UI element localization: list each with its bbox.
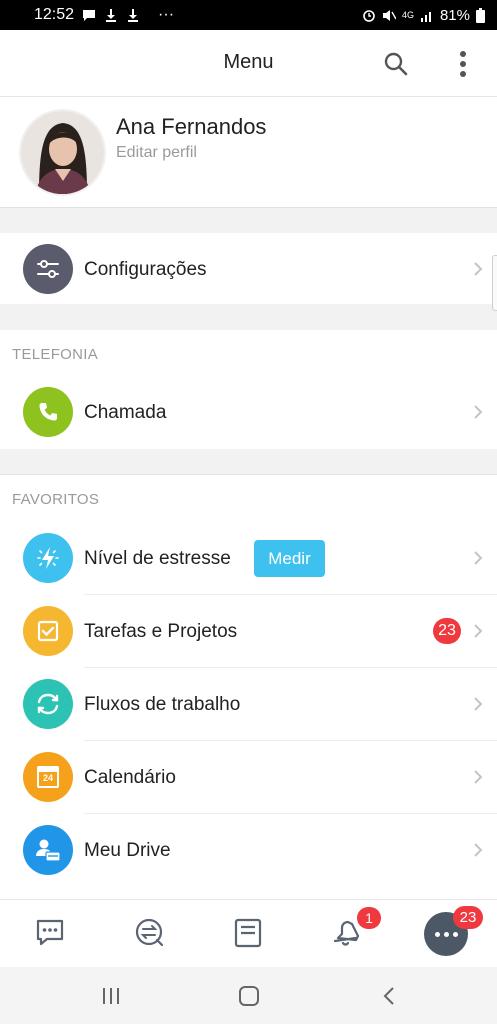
status-more: ··· bbox=[158, 6, 175, 23]
calendar-icon: 24 bbox=[23, 752, 73, 802]
workflows-label: Fluxos de trabalho bbox=[84, 694, 241, 715]
download-icon bbox=[128, 8, 139, 22]
profile-card[interactable]: Ana Fernandos Editar perfil bbox=[0, 97, 497, 208]
section-header: TELEFONIA bbox=[12, 346, 99, 363]
drive-user-icon bbox=[23, 825, 73, 875]
task-checkbox-icon bbox=[23, 606, 73, 656]
telefonia-section: TELEFONIA Chamada bbox=[0, 330, 497, 449]
calendar-day: 24 bbox=[42, 773, 53, 783]
status-time: 12:52 bbox=[34, 6, 75, 23]
favoritos-section: FAVORITOS Nível de estresse Medir Tarefa… bbox=[0, 474, 497, 899]
alarm-icon bbox=[363, 9, 375, 22]
settings-sliders-icon bbox=[23, 244, 73, 294]
more-count-badge: 23 bbox=[453, 906, 483, 929]
battery-icon bbox=[476, 7, 485, 23]
refresh-arrows-icon bbox=[23, 679, 73, 729]
measure-button[interactable]: Medir bbox=[254, 540, 325, 577]
notifications-badge: 1 bbox=[357, 907, 381, 929]
chevron-right-icon bbox=[474, 262, 483, 276]
page-title: Menu bbox=[223, 51, 274, 73]
network-type: 4G bbox=[401, 10, 414, 20]
call-item[interactable]: Chamada bbox=[0, 376, 497, 449]
status-bar: 12:52 ··· 4G 81% bbox=[0, 0, 497, 30]
download-icon bbox=[106, 8, 117, 22]
app-bar: Menu bbox=[0, 30, 497, 97]
stress-level-item[interactable]: Nível de estresse Medir bbox=[0, 522, 497, 595]
home-icon[interactable] bbox=[238, 985, 260, 1007]
tasks-projects-item[interactable]: Tarefas e Projetos 23 bbox=[0, 595, 497, 668]
edit-profile-link[interactable]: Editar perfil bbox=[116, 144, 197, 162]
section-header: FAVORITOS bbox=[12, 491, 100, 508]
settings-item[interactable]: Configurações bbox=[0, 233, 497, 304]
my-drive-label: Meu Drive bbox=[84, 840, 171, 861]
more-dots-icon bbox=[434, 931, 458, 937]
chevron-right-icon bbox=[474, 697, 483, 711]
settings-card: Configurações bbox=[0, 233, 497, 304]
more-vertical-icon[interactable] bbox=[453, 50, 473, 78]
chat-icon[interactable] bbox=[33, 916, 67, 950]
system-navigation-bar bbox=[0, 967, 497, 1024]
stress-level-label: Nível de estresse bbox=[84, 548, 231, 569]
phone-icon bbox=[23, 387, 73, 437]
chevron-right-icon bbox=[474, 405, 483, 419]
feed-icon[interactable] bbox=[231, 916, 265, 950]
message-icon bbox=[83, 9, 96, 21]
recent-apps-icon[interactable] bbox=[100, 985, 122, 1007]
avatar[interactable] bbox=[19, 109, 106, 196]
tasks-count-badge: 23 bbox=[433, 618, 461, 644]
chevron-right-icon bbox=[474, 551, 483, 565]
back-icon[interactable] bbox=[378, 985, 400, 1007]
activity-stream-icon[interactable] bbox=[133, 916, 167, 950]
calendar-item[interactable]: 24 Calendário bbox=[0, 741, 497, 814]
bottom-tab-bar: 1 23 bbox=[0, 899, 497, 967]
settings-label: Configurações bbox=[84, 259, 207, 280]
chevron-right-icon bbox=[474, 843, 483, 857]
tasks-projects-label: Tarefas e Projetos bbox=[84, 621, 238, 642]
mute-icon bbox=[382, 9, 396, 21]
signal-icon bbox=[420, 11, 431, 22]
workflows-item[interactable]: Fluxos de trabalho bbox=[0, 668, 497, 741]
scroll-handle[interactable] bbox=[492, 255, 497, 311]
chevron-right-icon bbox=[474, 770, 483, 784]
calendar-label: Calendário bbox=[84, 767, 176, 788]
battery-percent: 81% bbox=[439, 6, 470, 24]
search-icon[interactable] bbox=[383, 51, 409, 77]
profile-name: Ana Fernandos bbox=[116, 114, 267, 139]
my-drive-item[interactable]: Meu Drive bbox=[0, 814, 497, 887]
call-label: Chamada bbox=[84, 402, 167, 423]
chevron-right-icon bbox=[474, 624, 483, 638]
lightning-icon bbox=[23, 533, 73, 583]
